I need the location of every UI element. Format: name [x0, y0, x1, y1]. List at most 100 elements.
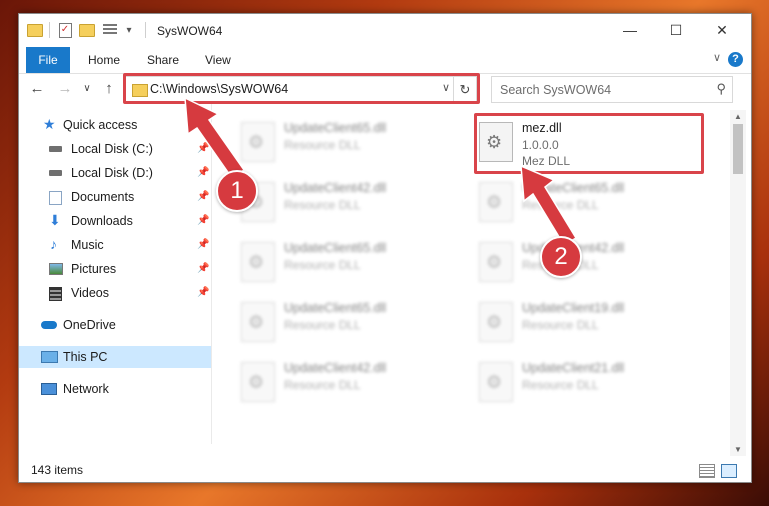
file-name: UpdateClient21.dll — [522, 361, 625, 375]
new-folder-icon[interactable] — [79, 22, 95, 38]
address-dropdown-chevron-icon[interactable]: ∨ — [442, 81, 450, 94]
large-icons-view-icon[interactable] — [721, 464, 737, 478]
pane-divider — [211, 104, 212, 444]
sidebar-item-label: OneDrive — [63, 318, 116, 332]
recent-locations-chevron-icon[interactable]: ∨ — [77, 79, 97, 99]
sidebar-item-pictures[interactable]: Pictures 📌 — [19, 258, 211, 280]
tab-share[interactable]: Share — [147, 47, 179, 73]
videos-icon — [49, 287, 62, 301]
dll-file-icon: ⚙ — [479, 122, 513, 162]
customize-toolbar-chevron-icon[interactable]: ▾ — [123, 22, 135, 38]
sidebar-item-downloads[interactable]: ⬇ Downloads 📌 — [19, 210, 211, 232]
music-icon: ♪ — [50, 236, 57, 252]
sidebar-item-videos[interactable]: Videos 📌 — [19, 282, 211, 304]
file-type: Resource DLL — [284, 198, 361, 212]
title-bar: ✓ ▾ SysWOW64 — ☐ ✕ — [19, 14, 751, 47]
file-item[interactable]: ⚙ UpdateClient65.dll Resource DLL — [239, 298, 454, 348]
file-explorer-window: ✓ ▾ SysWOW64 — ☐ ✕ File Home Share View … — [18, 13, 752, 483]
vertical-scrollbar[interactable]: ▲ ▼ — [730, 110, 746, 456]
sidebar-item-label: Quick access — [63, 118, 138, 132]
pin-icon[interactable]: 📌 — [197, 210, 209, 232]
up-arrow-icon[interactable]: ↑ — [99, 79, 119, 99]
tab-view[interactable]: View — [205, 47, 231, 73]
sidebar-item-label: This PC — [63, 350, 108, 364]
pin-icon[interactable]: 📌 — [197, 162, 209, 184]
download-icon: ⬇ — [49, 212, 61, 228]
sidebar-item-label: Downloads — [71, 214, 133, 228]
star-icon: ★ — [43, 116, 56, 132]
file-item[interactable]: ⚙ UpdateClient21.dll Resource DLL — [477, 358, 692, 408]
computer-icon — [41, 351, 58, 363]
dll-file-icon: ⚙ — [479, 302, 513, 342]
address-bar[interactable]: C:\Windows\SysWOW64 ∨ ↻ — [125, 76, 477, 103]
file-type: Resource DLL — [284, 258, 361, 272]
navigation-bar: ← → ∨ ↑ C:\Windows\SysWOW64 ∨ ↻ Search S… — [19, 74, 751, 104]
scrollbar-thumb[interactable] — [733, 124, 743, 174]
search-icon[interactable]: ⚲ — [716, 81, 726, 97]
search-placeholder: Search SysWOW64 — [500, 83, 612, 97]
sidebar-item-network[interactable]: Network — [19, 378, 211, 400]
file-name: UpdateClient42.dll — [284, 181, 387, 195]
file-name: UpdateClient65.dll — [284, 301, 387, 315]
pin-icon[interactable]: 📌 — [197, 234, 209, 256]
dll-file-icon: ⚙ — [479, 182, 513, 222]
collapse-ribbon-chevron-icon[interactable]: ∨ — [713, 51, 721, 64]
sidebar-item-documents[interactable]: Documents 📌 — [19, 186, 211, 208]
file-item[interactable]: ⚙ UpdateClient42.dll Resource DLL — [477, 238, 692, 288]
file-item[interactable]: ⚙ UpdateClient42.dll Resource DLL — [239, 358, 454, 408]
pin-icon[interactable]: 📌 — [197, 138, 209, 160]
file-item[interactable]: ⚙ UpdateClient65.dll Resource DLL — [239, 238, 454, 288]
tab-file[interactable]: File — [26, 47, 70, 73]
sidebar-item-local-disk-c[interactable]: Local Disk (C:) 📌 — [19, 138, 211, 160]
forward-arrow-icon[interactable]: → — [55, 79, 75, 99]
dll-file-icon: ⚙ — [241, 362, 275, 402]
file-item[interactable]: ⚙ UpdateClient42.dll Resource DLL — [239, 178, 454, 228]
step-2-badge: 2 — [540, 236, 582, 278]
folder-icon[interactable] — [27, 22, 43, 38]
maximize-button[interactable]: ☐ — [653, 14, 699, 46]
drive-icon — [49, 146, 62, 152]
sidebar-item-quick-access[interactable]: ★ Quick access — [19, 114, 211, 136]
file-type: Resource DLL — [522, 378, 599, 392]
search-input[interactable]: Search SysWOW64 ⚲ — [491, 76, 733, 103]
properties-icon[interactable] — [101, 22, 119, 38]
back-arrow-icon[interactable]: ← — [27, 79, 47, 99]
file-type: Resource DLL — [284, 318, 361, 332]
pin-icon[interactable]: 📌 — [197, 258, 209, 280]
drive-icon — [49, 170, 62, 176]
sidebar-item-onedrive[interactable]: OneDrive — [19, 314, 211, 336]
dll-file-icon: ⚙ — [241, 122, 275, 162]
sidebar-item-music[interactable]: ♪ Music 📌 — [19, 234, 211, 256]
details-view-icon[interactable] — [699, 464, 715, 478]
sidebar-item-local-disk-d[interactable]: Local Disk (D:) 📌 — [19, 162, 211, 184]
file-list: ⚙ UpdateClient65.dll Resource DLL ⚙ Upda… — [219, 110, 724, 450]
file-name: UpdateClient42.dll — [284, 361, 387, 375]
sidebar-item-label: Pictures — [71, 262, 117, 276]
tab-home[interactable]: Home — [88, 47, 120, 73]
scroll-up-icon[interactable]: ▲ — [730, 112, 746, 121]
sidebar-item-label: Local Disk (C:) — [71, 142, 153, 156]
documents-icon — [49, 191, 62, 205]
minimize-button[interactable]: — — [607, 14, 653, 46]
help-icon[interactable]: ? — [728, 52, 743, 67]
folder-icon — [132, 84, 148, 97]
file-item[interactable]: ⚙ UpdateClient65.dll Resource DLL — [239, 118, 454, 168]
pin-icon[interactable]: 📌 — [197, 282, 209, 304]
file-version: 1.0.0.0 — [522, 138, 559, 152]
pin-icon[interactable]: 📌 — [197, 186, 209, 208]
dll-file-icon: ⚙ — [479, 362, 513, 402]
properties-check-icon[interactable]: ✓ — [57, 22, 73, 38]
window-title: SysWOW64 — [157, 24, 223, 38]
ribbon-tabs: File Home Share View ∨ ? — [19, 47, 751, 74]
refresh-icon[interactable]: ↻ — [453, 77, 476, 102]
scroll-down-icon[interactable]: ▼ — [730, 445, 746, 454]
file-item[interactable]: ⚙ UpdateClient65.dll Resource DLL — [477, 178, 692, 228]
file-item-mez-dll[interactable]: ⚙ mez.dll 1.0.0.0 Mez DLL — [477, 118, 692, 168]
close-button[interactable]: ✕ — [699, 14, 745, 46]
sidebar-item-this-pc[interactable]: This PC — [19, 346, 211, 368]
address-path[interactable]: C:\Windows\SysWOW64 — [150, 82, 288, 96]
file-item[interactable]: ⚙ UpdateClient19.dll Resource DLL — [477, 298, 692, 348]
sidebar-item-label: Network — [63, 382, 109, 396]
file-type: Resource DLL — [522, 318, 599, 332]
item-count: 143 items — [31, 463, 84, 477]
